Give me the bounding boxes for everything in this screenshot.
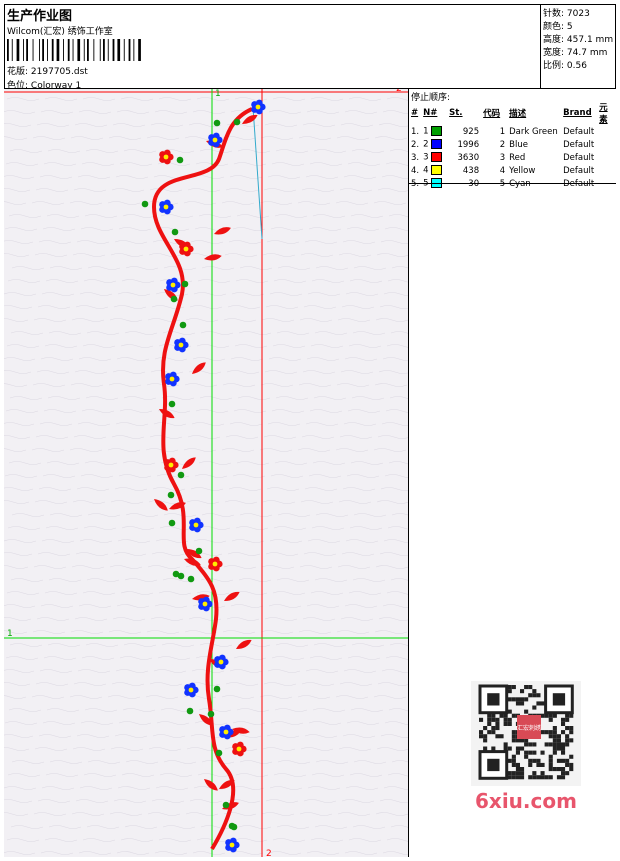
guide-label-bottom: 2 xyxy=(266,849,272,857)
stat-stitches: 针数: 7023 xyxy=(543,9,590,19)
green-dot xyxy=(233,118,241,126)
green-dot xyxy=(181,280,189,288)
leaf xyxy=(224,591,240,602)
leaf xyxy=(204,254,222,261)
qr-code-watermark: 汇宏刺绣 xyxy=(471,681,581,786)
guide-label-top-right: 2 xyxy=(396,89,402,94)
green-dot xyxy=(168,519,176,527)
table-row[interactable]: 3. 3 3630 3 Red Default xyxy=(409,151,616,164)
flower xyxy=(198,596,213,612)
leaf xyxy=(204,779,218,791)
leaf xyxy=(182,457,196,469)
green-dot xyxy=(228,822,236,830)
file-row: 花版: 2197705.dst xyxy=(7,64,88,77)
leaf xyxy=(236,639,252,650)
green-dot xyxy=(172,570,180,578)
green-dot xyxy=(167,491,175,499)
flower xyxy=(159,149,174,165)
guide-label-left-mid: 1 xyxy=(7,629,13,639)
green-dot xyxy=(179,321,187,329)
green-dot xyxy=(186,707,194,715)
cyan-stitch-line xyxy=(252,106,263,240)
color-swatch xyxy=(431,139,443,150)
file-name: 2197705.dst xyxy=(30,67,88,77)
table-row[interactable]: 1. 1 925 1 Dark Green Default xyxy=(409,125,616,138)
table-divider xyxy=(409,183,616,184)
leaf xyxy=(192,362,206,374)
file-label: 花版: xyxy=(7,67,29,77)
color-swatch xyxy=(431,165,443,176)
green-dot xyxy=(222,801,230,809)
stat-height: 高度: 457.1 mm xyxy=(543,35,614,45)
flower xyxy=(184,682,199,698)
green-dot xyxy=(195,547,203,555)
flower xyxy=(189,517,204,533)
stat-width: 宽度: 74.7 mm xyxy=(543,48,608,58)
flower xyxy=(225,837,240,853)
flower xyxy=(164,457,179,473)
table-row[interactable]: 2. 2 1996 2 Blue Default xyxy=(409,138,616,151)
green-dot xyxy=(168,400,176,408)
design-stats: 针数: 7023 颜色: 5 高度: 457.1 mm 宽度: 74.7 mm … xyxy=(541,4,616,89)
barcode xyxy=(7,39,141,61)
fabric-texture xyxy=(4,97,408,855)
color-table-header: # N# St. 代码 描述 Brand 元素 xyxy=(411,103,608,125)
page-title: 生产作业图 xyxy=(7,9,73,24)
flower xyxy=(166,277,181,293)
color-table: # N# St. 代码 描述 Brand 元素 1. 1 925 1 Dark … xyxy=(409,101,616,190)
green-dot xyxy=(207,710,215,718)
color-swatch xyxy=(431,126,443,137)
header-info: 生产作业图 Wilcom(汇宏) 绣饰工作室 花版: 2197705.dst 色… xyxy=(4,4,541,91)
green-dot xyxy=(170,295,178,303)
stop-sequence-panel: 停止顺序: # N# St. 代码 描述 Brand 元素 1. 1 925 1… xyxy=(409,89,616,857)
green-dot xyxy=(141,200,149,208)
green-dot xyxy=(213,119,221,127)
flower xyxy=(165,371,180,387)
flower xyxy=(174,337,189,353)
guide-label-top-left: 1 xyxy=(215,89,221,99)
flower xyxy=(208,556,223,572)
flower xyxy=(159,199,174,215)
site-logo-watermark: 6xiu.com xyxy=(475,789,577,813)
green-dot xyxy=(213,685,221,693)
green-dot xyxy=(176,156,184,164)
stat-scale: 比例: 0.56 xyxy=(543,61,587,71)
green-dot xyxy=(177,471,185,479)
green-dot xyxy=(171,228,179,236)
stat-colors: 颜色: 5 xyxy=(543,22,573,32)
table-row[interactable]: 4. 4 438 4 Yellow Default xyxy=(409,164,616,177)
embroidery-design-view: 2 1 1 2 xyxy=(4,89,409,857)
leaf xyxy=(214,227,231,235)
embroidery-design: 2 1 1 2 xyxy=(4,89,408,857)
studio-name: Wilcom(汇宏) 绣饰工作室 xyxy=(7,27,113,37)
flower xyxy=(179,241,194,257)
green-dot xyxy=(215,749,223,757)
svg-text:汇宏刺绣: 汇宏刺绣 xyxy=(517,724,541,732)
color-swatch xyxy=(431,152,443,163)
flower xyxy=(232,741,247,757)
green-dot xyxy=(187,575,195,583)
red-vine xyxy=(151,107,253,851)
flower xyxy=(251,99,266,115)
flower xyxy=(214,654,229,670)
leaf xyxy=(154,499,168,511)
